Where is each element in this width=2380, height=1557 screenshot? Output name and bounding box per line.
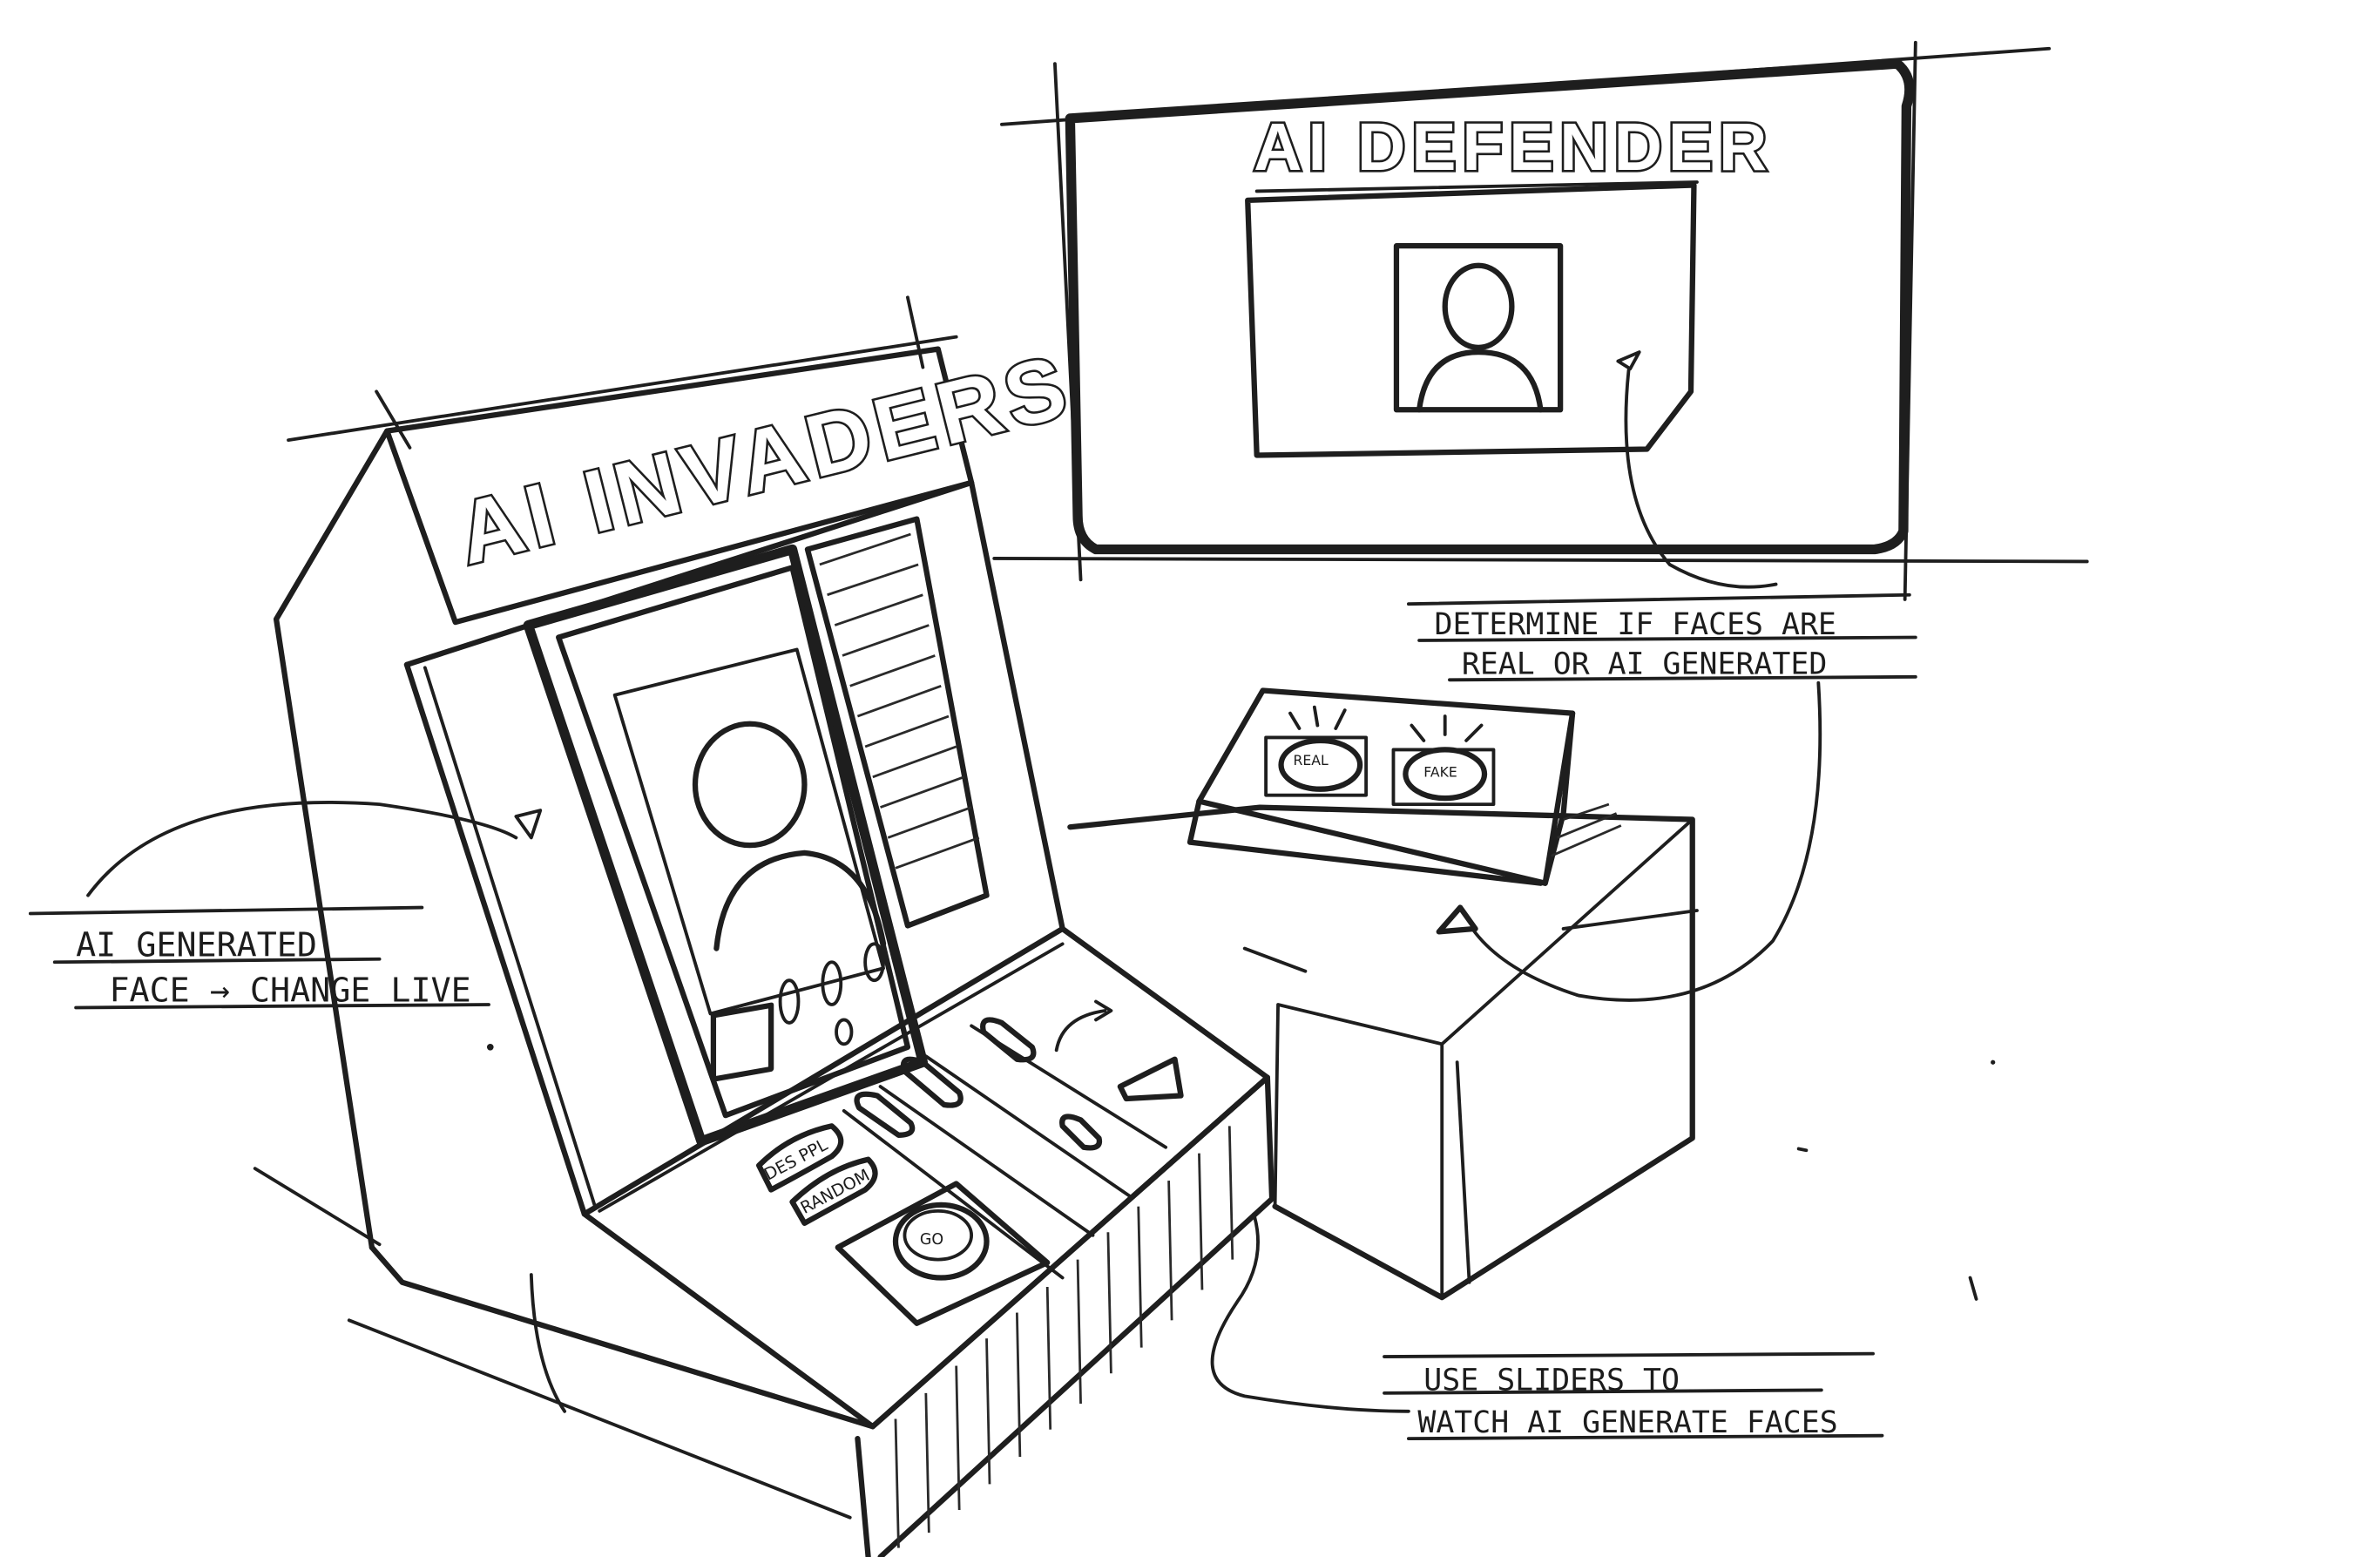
annotation-sliders: USE SLIDERS TO WATCH AI GENERATE FACES bbox=[1210, 1212, 1884, 1440]
wall-display: AI DEFENDER bbox=[992, 40, 2089, 601]
real-label: REAL bbox=[1293, 752, 1328, 768]
button-box: REAL FAKE bbox=[1187, 687, 1622, 886]
stray-dot bbox=[1991, 1059, 1996, 1065]
annotation-face: AI GENERATED FACE → CHANGE LIVE bbox=[28, 801, 518, 1011]
stray-mark bbox=[1968, 1276, 1978, 1301]
pedestal bbox=[1067, 804, 1699, 1301]
arcade-cabinet: AI INVADERS DES PPL RANDOM GO bbox=[253, 295, 1275, 1557]
concept-sketch: AI DEFENDER AI INVADERS DES PPL RANDOM G… bbox=[28, 40, 2089, 1557]
real-button[interactable]: REAL bbox=[1264, 705, 1369, 797]
stray-mark bbox=[1796, 1147, 1809, 1153]
display-title: AI DEFENDER bbox=[1254, 111, 1773, 185]
slider-group[interactable] bbox=[842, 1017, 1168, 1280]
fake-button[interactable]: FAKE bbox=[1391, 714, 1496, 807]
go-label: GO bbox=[920, 1231, 943, 1249]
stray-dot bbox=[486, 1043, 494, 1051]
des-ppl-button[interactable]: DES PPL bbox=[756, 1123, 844, 1193]
fake-label: FAKE bbox=[1423, 764, 1457, 781]
annotation-determine: DETERMINE IF FACES ARE REAL OR AI GENERA… bbox=[1406, 592, 1917, 1002]
